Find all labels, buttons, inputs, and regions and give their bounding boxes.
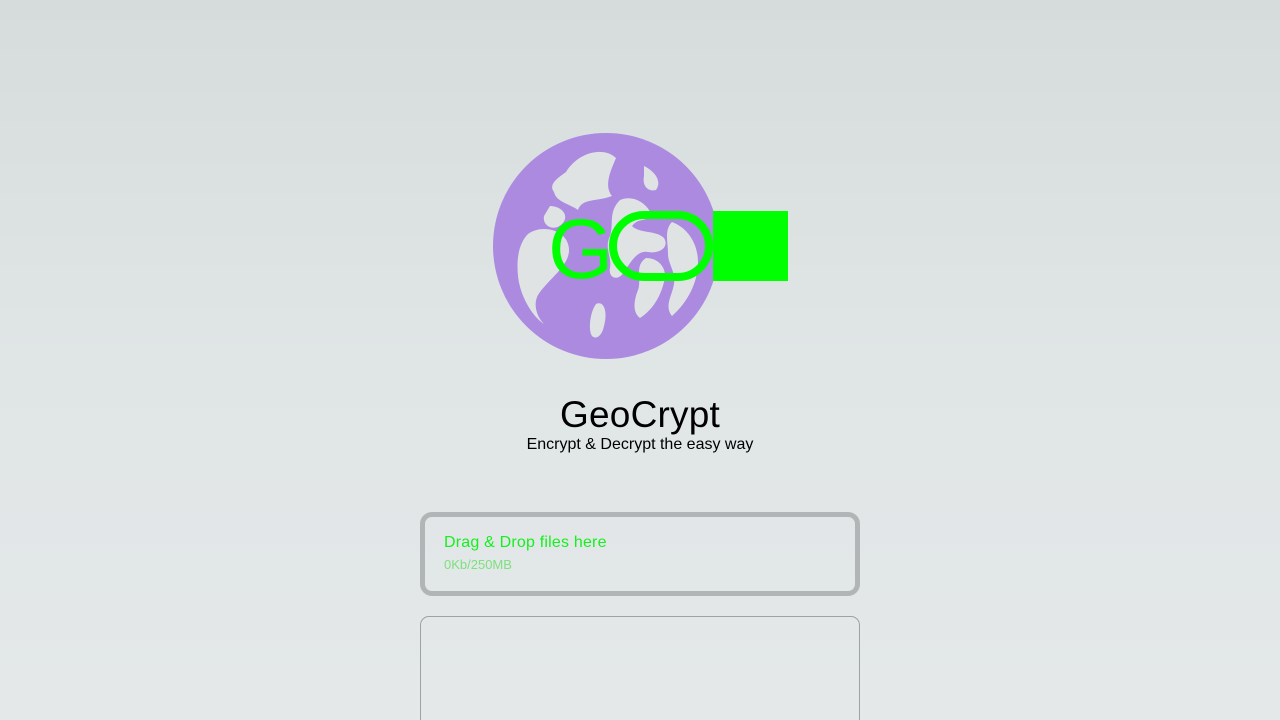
app-title: GeoCrypt xyxy=(560,394,720,435)
svg-text:G: G xyxy=(548,202,613,296)
file-dropzone[interactable]: Drag & Drop files here 0Kb/250MB xyxy=(420,512,860,596)
dropzone-label: Drag & Drop files here xyxy=(444,534,607,551)
app-tagline: Encrypt & Decrypt the easy way xyxy=(526,436,754,453)
file-list-panel[interactable] xyxy=(420,616,860,720)
dropzone-size-counter: 0Kb/250MB xyxy=(444,557,512,572)
app-logo: G xyxy=(492,126,792,366)
